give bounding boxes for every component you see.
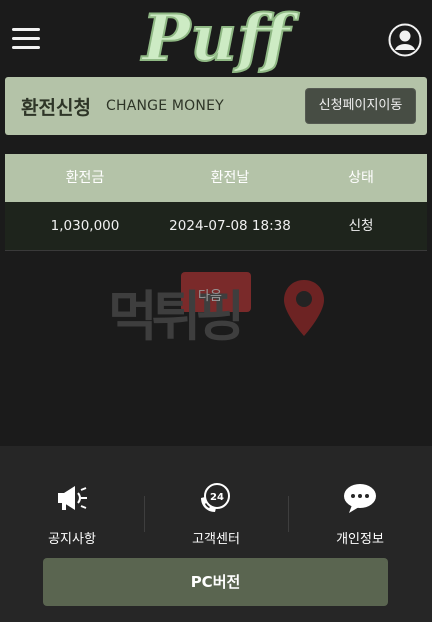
phone-24-icon: 24 (201, 483, 230, 512)
nav-customer-center[interactable]: 24 고객센터 (144, 446, 288, 552)
exchange-history-table: 환전금 환전날 상태 1,030,000 2024-07-08 18:38 신청 (5, 154, 427, 251)
cell-amount: 1,030,000 (50, 218, 120, 234)
page-title: 환전신청 (21, 97, 91, 119)
column-header-date: 환전날 (210, 170, 250, 186)
nav-personal-info[interactable]: 개인정보 (288, 446, 432, 552)
chat-icon (344, 484, 376, 513)
user-account-icon[interactable] (388, 23, 422, 57)
puff-logo[interactable]: Puff (0, 0, 432, 77)
pc-version-button[interactable]: PC버전 (43, 558, 388, 606)
page-subtitle: CHANGE MONEY (106, 98, 224, 114)
nav-customer-center-label: 고객센터 (192, 532, 240, 547)
nav-personal-info-label: 개인정보 (336, 532, 384, 547)
top-header: Puff (0, 0, 432, 77)
table-header: 환전금 환전날 상태 (5, 154, 427, 202)
watermark: 먹튀핑 다음 (108, 268, 328, 348)
nav-notice[interactable]: 공지사항 (0, 446, 144, 552)
cell-date: 2024-07-08 18:38 (169, 218, 291, 234)
watermark-text: 먹튀핑 (108, 285, 245, 348)
go-to-request-page-button[interactable]: 신청페이지이동 (305, 88, 416, 124)
exchange-title-bar: 환전신청 CHANGE MONEY 신청페이지이동 (5, 77, 427, 135)
nav-notice-label: 공지사항 (48, 532, 96, 547)
column-header-amount: 환전금 (65, 170, 105, 186)
cell-status: 신청 (348, 218, 374, 234)
svg-text:24: 24 (210, 492, 224, 503)
megaphone-icon (58, 486, 87, 510)
logo-text: Puff (140, 1, 300, 76)
map-pin-icon (284, 280, 324, 336)
watermark-badge-label: 다음 (198, 289, 222, 304)
column-header-status: 상태 (348, 170, 374, 186)
table-row: 1,030,000 2024-07-08 18:38 신청 (5, 202, 427, 251)
bottom-navigation: 공지사항 24 고객센터 개인정보 PC버전 (0, 446, 432, 622)
